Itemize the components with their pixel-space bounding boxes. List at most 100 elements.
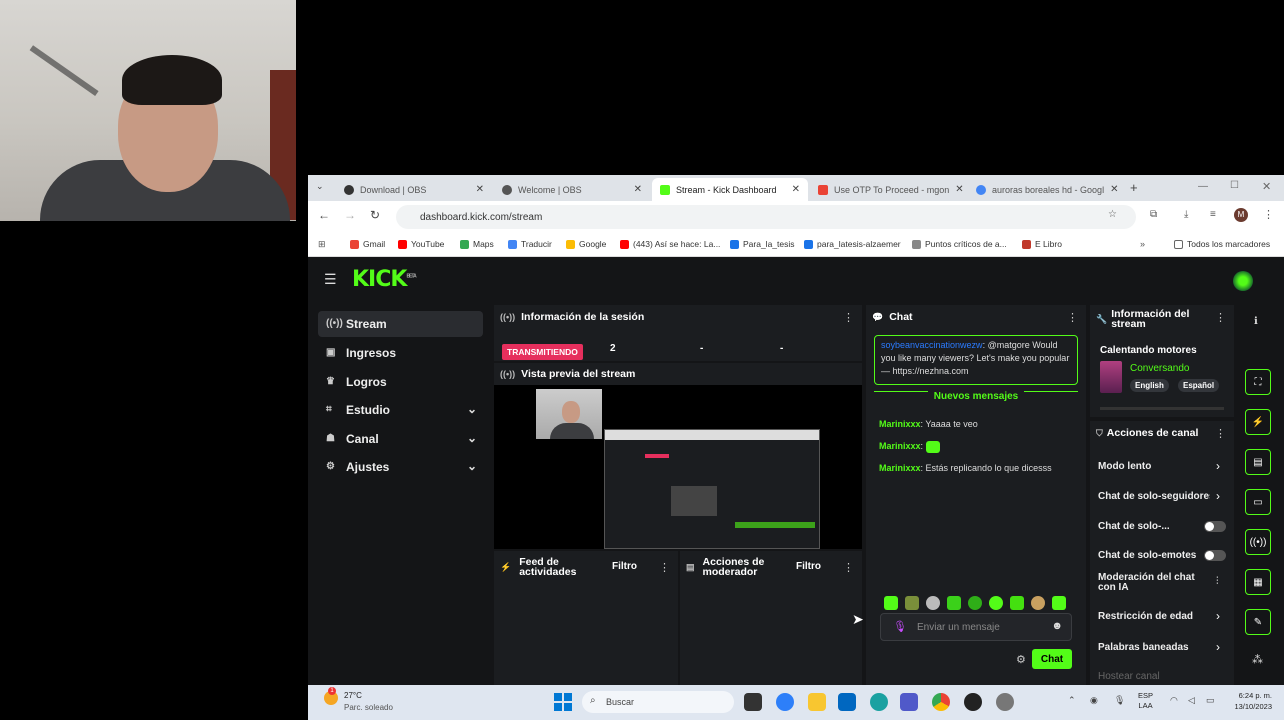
bookmark-puntos-criticos[interactable]: Puntos críticos de a... [912,239,1007,249]
emote-icon[interactable] [1031,596,1045,610]
window-close-icon[interactable]: ✕ [1262,180,1271,193]
back-icon[interactable]: ← [318,208,330,222]
emote-icon[interactable] [1010,596,1024,610]
action-moderacion-ia[interactable]: Moderación del chat con IA [1098,573,1208,593]
emote-icon[interactable] [968,596,982,610]
tab-download-obs[interactable]: Download | OBS ✕ [336,178,492,201]
sidebar-item-logros[interactable]: ♛ Logros [318,369,483,395]
bookmark-all-folder[interactable]: Todos los marcadores [1174,239,1270,249]
bookmark-youtube[interactable]: YouTube [398,239,444,249]
sidebar-item-ajustes[interactable]: ⚙ Ajustes ⌄ [318,454,483,480]
bookmark-gmail[interactable]: Gmail [350,239,385,249]
mod-filter-button[interactable]: Filtro [796,561,821,572]
more-options-icon[interactable]: ⋮ [843,311,854,324]
bookmark-youtube-video[interactable]: (443) Así se hace: La... [620,239,720,249]
rail-button-activity[interactable]: ⚡ [1245,409,1271,435]
extensions-icon[interactable]: ⧉ [1150,209,1157,220]
url-field[interactable]: dashboard.kick.com/stream [396,205,1136,229]
sidebar-item-canal[interactable]: ☗ Canal ⌄ [318,426,483,452]
tray-chevron-icon[interactable]: ⌃ [1068,695,1076,706]
close-icon[interactable]: ✕ [949,184,963,195]
action-solo-seguidores[interactable]: Chat de solo-seguidores [1098,491,1210,502]
teams-icon[interactable] [900,693,918,711]
chat-input[interactable]: 🎙 Enviar un mensaje ☻ [880,613,1072,641]
tab-kick-dashboard[interactable]: Stream - Kick Dashboard ✕ [652,178,808,201]
more-options-icon[interactable]: ⋮ [843,561,854,574]
tab-welcome-obs[interactable]: Welcome | OBS ✕ [494,178,650,201]
reload-icon[interactable]: ↻ [370,208,380,222]
close-icon[interactable]: ✕ [786,184,800,195]
taskbar-search[interactable]: ⌕ Buscar [582,691,734,713]
file-explorer-icon[interactable] [808,693,826,711]
close-icon[interactable]: ✕ [628,184,642,195]
kick-logo[interactable]: KICKBETA [352,267,417,292]
chevron-right-icon[interactable]: › [1216,609,1220,623]
rail-button-stream-info[interactable]: ✎ [1245,609,1271,635]
microphone-icon[interactable]: 🎙 [1114,695,1125,706]
user-avatar[interactable] [1233,271,1253,291]
rail-button-channel[interactable]: ▦ [1245,569,1271,595]
store-icon[interactable] [838,693,856,711]
chevron-right-icon[interactable]: › [1216,640,1220,654]
sidebar-item-ingresos[interactable]: ▣ Ingresos [318,340,483,366]
scrollbar[interactable] [1100,407,1224,410]
media-icon[interactable]: ≡ [1210,209,1216,220]
sidebar-item-estudio[interactable]: ⌗ Estudio ⌄ [318,397,483,423]
clock[interactable]: 6:24 p. m. 13/10/2023 [1222,690,1272,712]
wifi-icon[interactable]: ◠ [1170,695,1178,706]
emote-icon[interactable] [989,596,1003,610]
chrome-icon[interactable] [932,693,950,711]
tab-search-icon[interactable]: ⌄ [316,181,324,192]
bookmark-para-la-tesis[interactable]: Para_la_tesis [730,239,795,249]
action-restriccion-edad[interactable]: Restricción de edad [1098,611,1228,622]
maximize-icon[interactable]: ☐ [1230,180,1239,191]
rail-button-chat[interactable]: ▭ [1245,489,1271,515]
more-bookmarks-icon[interactable]: » [1140,239,1145,249]
copilot-icon[interactable] [776,693,794,711]
windows-start-icon[interactable] [554,693,572,711]
chart-icon[interactable]: ⫶ [1216,576,1219,587]
more-options-icon[interactable]: ⋮ [1215,311,1226,324]
chat-settings-icon[interactable]: ⚙ [1016,653,1026,666]
menu-icon[interactable]: ⋮ [1263,208,1274,221]
bookmark-traducir[interactable]: Traducir [508,239,552,249]
emote-icon[interactable] [905,596,919,610]
tray-app-icon[interactable]: ◉ [1090,695,1098,706]
settings-icon[interactable] [996,693,1014,711]
chat-send-button[interactable]: Chat [1032,649,1072,669]
hamburger-menu-icon[interactable]: ☰ [324,271,337,288]
microphone-icon[interactable]: 🎙 [893,620,907,633]
more-options-icon[interactable]: ⋮ [1215,427,1226,440]
emote-icon[interactable] [947,596,961,610]
chevron-right-icon[interactable]: › [1216,489,1220,503]
task-view-icon[interactable] [744,693,762,711]
feed-filter-button[interactable]: Filtro [612,561,637,572]
language-indicator[interactable]: ESP LAA [1138,691,1153,711]
action-hostear-canal[interactable]: Hostear canal [1098,671,1228,682]
emote-icon[interactable] [1052,596,1066,610]
battery-icon[interactable]: ▭ [1206,695,1215,706]
more-options-icon[interactable]: ⋮ [1067,311,1078,324]
bookmark-maps[interactable]: Maps [460,239,494,249]
rail-button-mod[interactable]: ▤ [1245,449,1271,475]
close-icon[interactable]: ✕ [470,184,484,195]
rail-button-fullscreen[interactable]: ⛶ [1245,369,1271,395]
minimize-icon[interactable]: — [1198,181,1208,192]
new-tab-icon[interactable]: + [1130,180,1138,195]
action-palabras-baneadas[interactable]: Palabras baneadas [1098,642,1228,653]
solo-emotes-toggle[interactable] [1204,550,1226,561]
forward-icon[interactable]: → [344,208,356,222]
chevron-right-icon[interactable]: › [1216,459,1220,473]
sidebar-item-stream[interactable]: ((•)) Stream [318,311,483,337]
volume-icon[interactable]: ◁ [1188,695,1195,706]
more-options-icon[interactable]: ⋮ [659,561,670,574]
emoji-icon[interactable]: ☻ [1051,620,1063,632]
share-icon[interactable]: ⁂ [1252,653,1263,666]
profile-avatar[interactable]: M [1234,208,1248,222]
tab-google-search[interactable]: auroras boreales hd - Googl ✕ [968,178,1124,201]
star-icon[interactable]: ☆ [1108,209,1117,220]
obs-icon[interactable] [964,693,982,711]
info-icon[interactable]: ℹ [1254,316,1258,327]
close-icon[interactable]: ✕ [1104,184,1118,195]
tab-gmail-otp[interactable]: Use OTP To Proceed - mgon ✕ [810,178,966,201]
